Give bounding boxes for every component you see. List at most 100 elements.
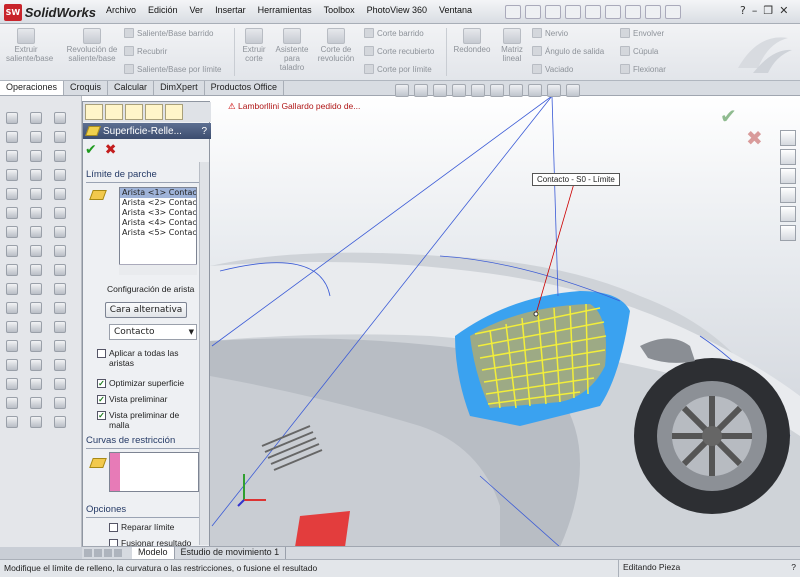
relation-tool-icon[interactable] <box>54 283 66 295</box>
revolve-cut-button[interactable]: Corte de revolución <box>314 28 358 63</box>
appearance-icon[interactable] <box>528 84 542 97</box>
list-item[interactable]: Arista <1> Contact <box>120 188 196 198</box>
spline-tool-icon[interactable] <box>6 207 18 219</box>
feature-tree-item[interactable]: ⚠ Lamborllini Gallardo pedido de... <box>228 101 360 112</box>
edge-list[interactable]: Arista <1> Contact Arista <2> Contact Ar… <box>119 187 197 275</box>
constraint-curves-list[interactable] <box>109 452 199 492</box>
property-manager-tab-icon[interactable] <box>105 104 123 120</box>
cancel-x-icon[interactable]: ✖ <box>105 142 117 158</box>
relation-tool-icon[interactable] <box>6 359 18 371</box>
zoom-area-icon[interactable] <box>414 84 428 97</box>
scene-icon[interactable] <box>547 84 561 97</box>
chamfer-tool-icon[interactable] <box>54 321 66 333</box>
help-icon[interactable]: ? <box>791 562 796 572</box>
sweep-boss-button[interactable]: Saliente/Base barrido <box>124 28 214 38</box>
flex-button[interactable]: Flexionar <box>620 64 666 74</box>
pattern-tool-icon[interactable] <box>6 321 18 333</box>
section-tool-icon[interactable] <box>54 416 66 428</box>
zoom-tool-icon[interactable] <box>30 207 42 219</box>
trim-tool-icon[interactable] <box>54 188 66 200</box>
fillet-tool-icon[interactable] <box>54 302 66 314</box>
offset-tool-icon[interactable] <box>54 207 66 219</box>
boundary-boss-button[interactable]: Saliente/Base por límite <box>124 64 222 74</box>
confirm-corner-cancel-icon[interactable]: ✖ <box>746 126 763 150</box>
view-settings-icon[interactable] <box>566 84 580 97</box>
swept-cut-button[interactable]: Corte barrido <box>364 28 424 38</box>
section-constraint-curves[interactable]: Curvas de restricción⌃ <box>86 435 208 449</box>
rectangle-tool-icon[interactable] <box>6 150 18 162</box>
list-item[interactable]: Arista <4> Contact <box>120 218 196 228</box>
list-item[interactable]: Arista <2> Contact <box>120 198 196 208</box>
help-icon[interactable]: ? <box>201 126 207 137</box>
resources-icon[interactable] <box>780 130 796 146</box>
solidworks-logo[interactable]: SW SolidWorks <box>4 3 96 21</box>
menu-toolbox[interactable]: Toolbox <box>318 3 361 21</box>
hide-tool-icon[interactable] <box>30 264 42 276</box>
sketch-tool-icon[interactable] <box>6 112 18 124</box>
mesh-preview-checkbox[interactable]: ✓ Vista preliminar de malla <box>97 410 201 430</box>
panel-scrollbar[interactable] <box>199 162 209 545</box>
mirror-tool-icon[interactable] <box>6 302 18 314</box>
file-explorer-icon[interactable] <box>780 168 796 184</box>
minimize-icon[interactable]: – <box>752 4 758 17</box>
dimxpert-tab-icon[interactable] <box>145 104 163 120</box>
mirror-tool-icon[interactable] <box>54 226 66 238</box>
display-manager-tab-icon[interactable] <box>165 104 183 120</box>
section-options[interactable]: Opciones⌃ <box>86 504 208 518</box>
plane-tool-icon[interactable] <box>6 416 18 428</box>
linear-pattern-button[interactable]: Matriz lineal <box>496 28 528 63</box>
previous-view-icon[interactable] <box>433 84 447 97</box>
rectangle-tool-icon[interactable] <box>30 397 42 409</box>
wrap-button[interactable]: Envolver <box>620 28 664 38</box>
extrude-cut-button[interactable]: Extruir corte <box>238 28 270 63</box>
arc-tool-icon[interactable] <box>6 188 18 200</box>
menu-edicion[interactable]: Edición <box>142 3 184 21</box>
line-tool-icon[interactable] <box>30 378 42 390</box>
confirm-corner-ok-icon[interactable]: ✔ <box>720 104 737 128</box>
first-icon[interactable] <box>84 549 92 557</box>
pan-tool-icon[interactable] <box>30 226 42 238</box>
hide-show-icon[interactable] <box>509 84 523 97</box>
alternate-face-button[interactable]: Cara alternativa <box>105 302 187 318</box>
section-tool-icon[interactable] <box>30 169 42 181</box>
circle-tool-icon[interactable] <box>6 169 18 181</box>
last-icon[interactable] <box>114 549 122 557</box>
sketch-tool-icon[interactable] <box>30 359 42 371</box>
zoom-fit-icon[interactable] <box>395 84 409 97</box>
view-palette-icon[interactable] <box>780 187 796 203</box>
help-icon[interactable]: ? <box>740 4 746 17</box>
text-tool-icon[interactable] <box>6 245 18 257</box>
apply-all-edges-checkbox[interactable]: Aplicar a todas las aristas <box>97 348 201 368</box>
offset-tool-icon[interactable] <box>6 283 18 295</box>
display-style-icon[interactable] <box>490 84 504 97</box>
prev-icon[interactable] <box>94 549 102 557</box>
lofted-cut-button[interactable]: Corte recubierto <box>364 46 434 56</box>
loft-button[interactable]: Recubrir <box>124 46 167 56</box>
configuration-tab-icon[interactable] <box>125 104 143 120</box>
new-document-icon[interactable] <box>525 5 541 19</box>
camera-tool-icon[interactable] <box>30 340 42 352</box>
draft-button[interactable]: Ángulo de salida <box>532 46 604 56</box>
list-horizontal-scrollbar[interactable] <box>119 264 197 275</box>
tab-operaciones[interactable]: Operaciones <box>0 81 65 95</box>
menu-herramientas[interactable]: Herramientas <box>252 3 318 21</box>
spline-tool-icon[interactable] <box>54 131 66 143</box>
point-tool-icon[interactable] <box>6 226 18 238</box>
color-tool-icon[interactable] <box>30 283 42 295</box>
rebuild-icon[interactable] <box>645 5 661 19</box>
options-icon[interactable] <box>665 5 681 19</box>
menu-photoview[interactable]: PhotoView 360 <box>361 3 433 21</box>
boundary-cut-button[interactable]: Corte por límite <box>364 64 432 74</box>
arc-tool-icon[interactable] <box>54 112 66 124</box>
circle-tool-icon[interactable] <box>30 416 42 428</box>
fillet-tool-icon[interactable] <box>6 378 18 390</box>
tab-dimxpert[interactable]: DimXpert <box>154 81 205 95</box>
optimize-surface-checkbox[interactable]: ✓ Optimizar superficie <box>97 378 184 388</box>
tab-office[interactable]: Productos Office <box>205 81 284 95</box>
render-tool-icon[interactable] <box>30 321 42 333</box>
curvature-control-dropdown[interactable]: Contacto ▼ <box>109 324 197 340</box>
fix-boundary-checkbox[interactable]: Reparar límite <box>109 522 174 532</box>
pin-icon[interactable] <box>505 5 521 19</box>
menu-ver[interactable]: Ver <box>184 3 210 21</box>
measure-tool-icon[interactable] <box>30 131 42 143</box>
